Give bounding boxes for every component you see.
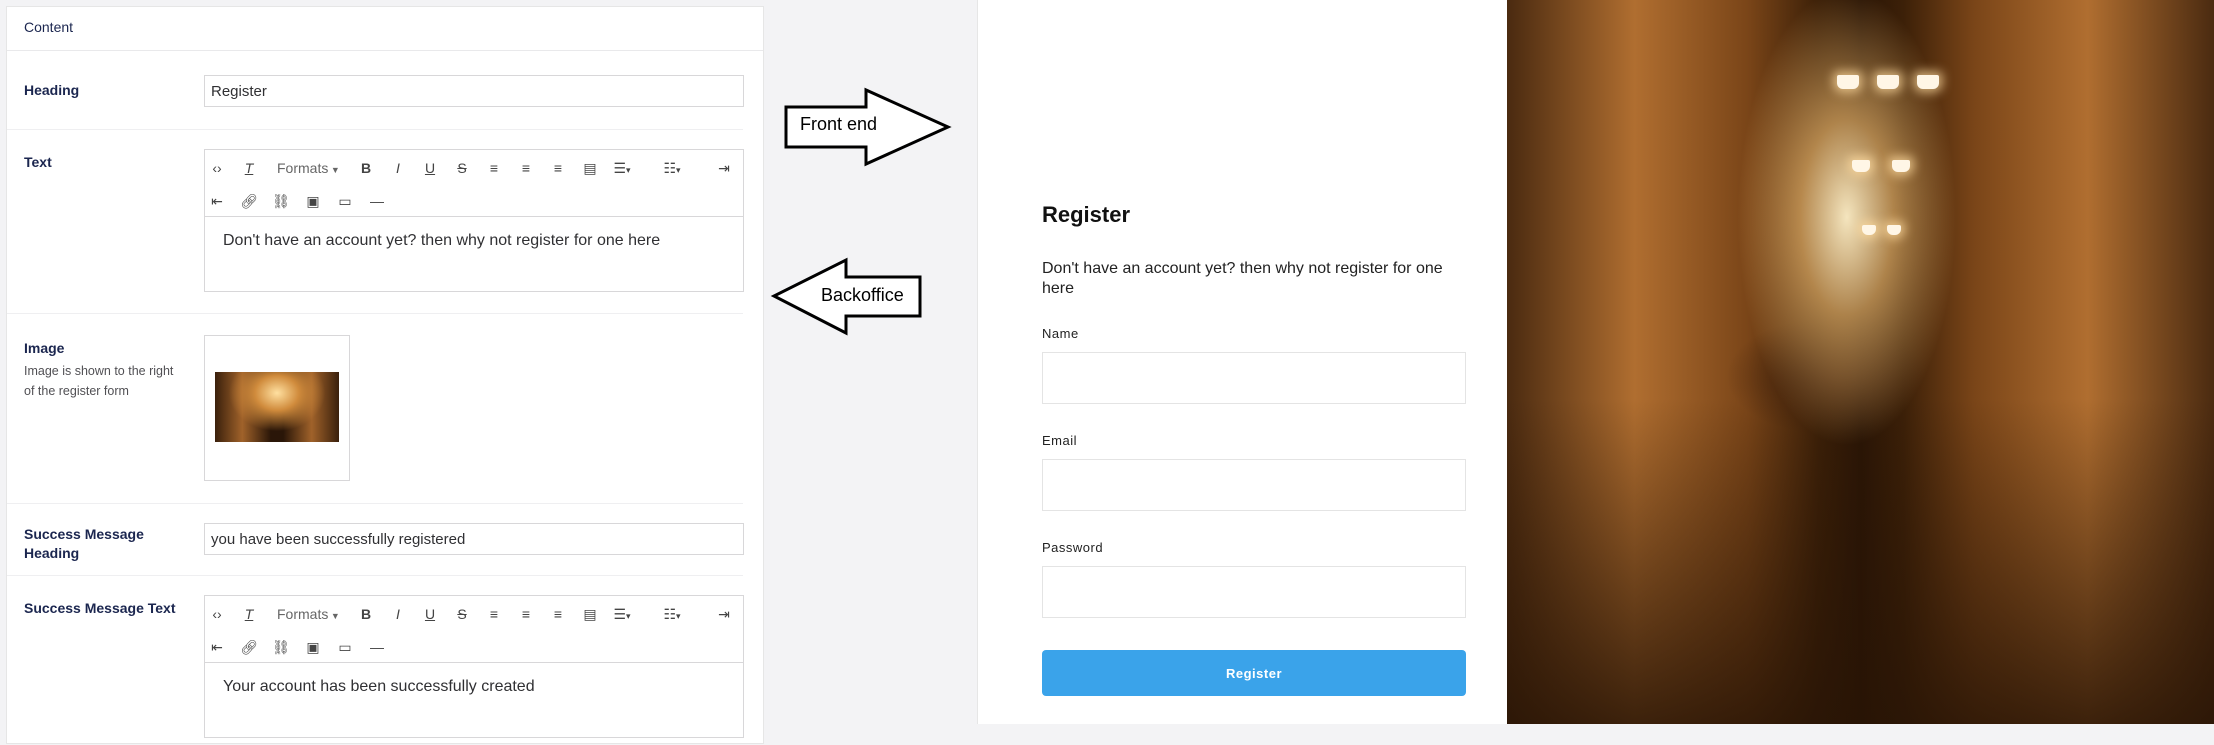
chandelier-lamp — [1862, 225, 1876, 235]
bold-icon[interactable]: B — [355, 604, 377, 624]
clear-format-icon[interactable]: T — [238, 604, 260, 624]
hallway-photo — [1507, 0, 2214, 724]
source-code-icon[interactable]: ‹› — [206, 158, 228, 178]
align-left-icon[interactable]: ≡ — [483, 158, 505, 178]
numbered-list-icon[interactable]: ☷▾ — [661, 604, 683, 626]
underline-icon[interactable]: U — [419, 604, 441, 624]
text-editor-toolbar: ‹› T Formats ▼ B I U S ≡ ≡ ≡ ▤ ☰▾ ☷▾ ⇥ ⇤… — [205, 150, 743, 217]
heading-label: Heading — [24, 82, 80, 98]
unlink-icon[interactable]: ⛓︎ — [270, 637, 292, 657]
success-text-rich-editor[interactable]: ‹› T Formats ▼ B I U S ≡ ≡ ≡ ▤ ☰▾ ☷▾ ⇥ ⇤… — [204, 595, 744, 738]
align-right-icon[interactable]: ≡ — [547, 158, 569, 178]
source-code-icon[interactable]: ‹› — [206, 604, 228, 624]
numbered-list-icon[interactable]: ☷▾ — [661, 158, 683, 180]
password-label: Password — [1042, 540, 1104, 555]
align-center-icon[interactable]: ≡ — [515, 604, 537, 624]
image-thumbnail[interactable] — [215, 372, 339, 442]
bold-icon[interactable]: B — [355, 158, 377, 178]
align-left-icon[interactable]: ≡ — [483, 604, 505, 624]
property-image: Image Image is shown to the right of the… — [7, 313, 743, 504]
property-success-heading: Success Message Heading — [7, 503, 744, 576]
indent-icon[interactable]: ⇥ — [713, 158, 735, 178]
strikethrough-icon[interactable]: S — [451, 158, 473, 178]
align-right-icon[interactable]: ≡ — [547, 604, 569, 624]
content-group-header: Content — [7, 7, 763, 51]
indent-icon[interactable]: ⇥ — [713, 604, 735, 624]
email-label: Email — [1042, 433, 1078, 448]
text-label: Text — [24, 154, 52, 170]
password-input[interactable] — [1042, 566, 1466, 618]
italic-icon[interactable]: I — [387, 158, 409, 178]
frontend-preview: Register Don't have an account yet? then… — [977, 0, 2214, 724]
outdent-icon[interactable]: ⇤ — [206, 637, 228, 657]
bullet-list-icon[interactable]: ☰▾ — [611, 604, 633, 626]
align-center-icon[interactable]: ≡ — [515, 158, 537, 178]
formats-dropdown[interactable]: Formats ▼ — [277, 604, 347, 626]
property-success-text: Success Message Text ‹› T Formats ▼ B I … — [7, 575, 744, 745]
backoffice-annotation: Backoffice — [821, 285, 904, 305]
property-heading: Heading — [7, 51, 744, 130]
heading-input[interactable] — [204, 75, 744, 107]
horizontal-rule-icon[interactable]: — — [366, 191, 388, 211]
email-input[interactable] — [1042, 459, 1466, 511]
clear-format-icon[interactable]: T — [238, 158, 260, 178]
chevron-down-icon: ▼ — [328, 165, 340, 175]
success-editor-content[interactable]: Your account has been successfully creat… — [205, 663, 743, 737]
image-icon[interactable]: ▣ — [302, 637, 324, 657]
chevron-down-icon: ▼ — [328, 611, 340, 621]
unlink-icon[interactable]: ⛓︎ — [270, 191, 292, 211]
chandelier-lamp — [1892, 160, 1910, 172]
front-end-annotation: Front end — [800, 114, 878, 134]
align-justify-icon[interactable]: ▤ — [579, 604, 601, 624]
success-text-label: Success Message Text — [24, 600, 176, 616]
underline-icon[interactable]: U — [419, 158, 441, 178]
outdent-icon[interactable]: ⇤ — [206, 191, 228, 211]
chandelier-lamp — [1917, 75, 1939, 89]
register-title: Register — [1042, 202, 1131, 227]
image-description: Image is shown to the right of the regis… — [24, 364, 174, 398]
embed-icon[interactable]: ▭ — [334, 637, 356, 657]
formats-label: Formats — [277, 606, 329, 622]
embed-icon[interactable]: ▭ — [334, 191, 356, 211]
property-text: Text ‹› T Formats ▼ B I U S ≡ ≡ ≡ ▤ ☰▾ ☷… — [7, 129, 744, 314]
name-input[interactable] — [1042, 352, 1466, 404]
align-justify-icon[interactable]: ▤ — [579, 158, 601, 178]
success-heading-label: Success Message Heading — [24, 526, 144, 561]
strikethrough-icon[interactable]: S — [451, 604, 473, 624]
success-editor-toolbar: ‹› T Formats ▼ B I U S ≡ ≡ ≡ ▤ ☰▾ ☷▾ ⇥ ⇤… — [205, 596, 743, 663]
register-intro-text: Don't have an account yet? then why not … — [1042, 260, 1443, 297]
chandelier-lamp — [1877, 75, 1899, 89]
backoffice-panel: Content Heading Text ‹› T Formats ▼ B I … — [6, 6, 764, 744]
name-label: Name — [1042, 326, 1079, 341]
chandelier-lamp — [1887, 225, 1901, 235]
bullet-list-icon[interactable]: ☰▾ — [611, 158, 633, 180]
text-editor-content[interactable]: Don't have an account yet? then why not … — [205, 217, 743, 291]
chandelier-lamp — [1837, 75, 1859, 89]
image-label: Image — [24, 340, 65, 356]
horizontal-rule-icon[interactable]: — — [366, 637, 388, 657]
link-icon[interactable]: 🔗︎ — [238, 191, 260, 211]
link-icon[interactable]: 🔗︎ — [238, 637, 260, 657]
image-picker[interactable] — [204, 335, 350, 481]
text-rich-editor[interactable]: ‹› T Formats ▼ B I U S ≡ ≡ ≡ ▤ ☰▾ ☷▾ ⇥ ⇤… — [204, 149, 744, 292]
register-submit-button[interactable]: Register — [1042, 650, 1466, 696]
formats-label: Formats — [277, 160, 329, 176]
chandelier-lamp — [1852, 160, 1870, 172]
image-icon[interactable]: ▣ — [302, 191, 324, 211]
formats-dropdown[interactable]: Formats ▼ — [277, 158, 347, 180]
italic-icon[interactable]: I — [387, 604, 409, 624]
success-heading-input[interactable] — [204, 523, 744, 555]
